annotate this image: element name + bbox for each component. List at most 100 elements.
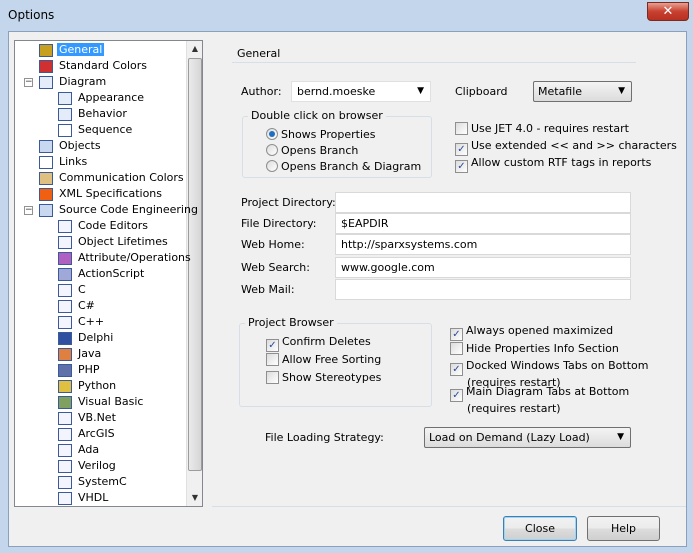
checkbox-option[interactable]: Hide Properties Info Section (450, 342, 619, 356)
text-input[interactable] (335, 192, 631, 213)
tree-scrollbar[interactable]: ▲ ▼ (186, 41, 202, 506)
options-tree[interactable]: ▲ ▼ General Standard Colors − Diagram Appear… (14, 40, 203, 507)
checkbox[interactable]: ✓ (455, 143, 468, 156)
tree-item[interactable]: Code Editors (58, 218, 150, 234)
checkbox-label: Allow Free Sorting (282, 353, 382, 366)
vbnet-icon (58, 411, 72, 425)
radio-option[interactable]: Shows Properties (266, 128, 376, 142)
tree-item[interactable]: C++ (58, 314, 106, 330)
text-input[interactable]: http://sparxsystems.com (335, 234, 631, 255)
checkbox[interactable]: ✓ (450, 328, 463, 341)
tree-item[interactable]: Delphi (58, 330, 115, 346)
tree-item[interactable]: Visual Basic (58, 394, 145, 410)
tree-item[interactable]: XML Specifications (39, 186, 164, 202)
close-button[interactable]: Close (503, 516, 577, 541)
text-input[interactable]: www.google.com (335, 257, 631, 278)
help-button[interactable]: Help (587, 516, 660, 541)
author-combo[interactable]: bernd.moeske ▼ (291, 81, 431, 102)
checkbox-option[interactable]: ✓ Use extended << and >> characters (455, 139, 677, 156)
checkbox-option[interactable]: Show Stereotypes (266, 371, 381, 385)
radio-button[interactable] (266, 160, 278, 172)
source-code-icon (39, 203, 53, 217)
tree-item[interactable]: Links (39, 154, 89, 170)
checkbox-label: Use extended << and >> characters (471, 139, 677, 152)
checkbox[interactable]: ✓ (266, 339, 279, 352)
tree-item[interactable]: Communication Colors (39, 170, 186, 186)
tree-item-label: Standard Colors (59, 59, 147, 72)
heading-divider (232, 62, 636, 63)
clipboard-combo[interactable]: Metafile ▼ (533, 81, 632, 102)
tree-item-label: Code Editors (78, 219, 148, 232)
checkbox[interactable]: ✓ (450, 389, 463, 402)
checkbox-option[interactable]: Use JET 4.0 - requires restart (455, 122, 629, 136)
checkbox-option[interactable]: ✓ Always opened maximized (450, 324, 613, 341)
checkbox[interactable] (266, 371, 279, 384)
checkbox[interactable] (455, 122, 468, 135)
collapse-icon[interactable]: − (24, 78, 33, 87)
file-loading-combo[interactable]: Load on Demand (Lazy Load) ▼ (424, 427, 631, 448)
clipboard-label: Clipboard (455, 85, 508, 98)
tree-item[interactable]: Attribute/Operations (58, 250, 193, 266)
field-label: Web Home: (241, 238, 305, 251)
tree-item[interactable]: VB.Net (58, 410, 118, 426)
tree-item[interactable]: C (58, 282, 88, 298)
tree-item[interactable]: PHP (58, 362, 102, 378)
project-browser-group: Project Browser ✓ Confirm Deletes Allow Fr… (239, 316, 432, 407)
tree-item[interactable]: Source Code Engineering (39, 202, 200, 218)
checkbox[interactable]: ✓ (450, 363, 463, 376)
text-input[interactable] (335, 279, 631, 300)
tree-item[interactable]: ActionScript (58, 266, 146, 282)
field-label: Web Search: (241, 261, 310, 274)
checkbox-option[interactable]: Allow Free Sorting (266, 353, 381, 367)
tree-item[interactable]: C# (58, 298, 97, 314)
checkbox-option[interactable]: ✓ Allow custom RTF tags in reports (455, 156, 651, 173)
checkbox[interactable] (450, 342, 463, 355)
tree-item-label: Visual Basic (78, 395, 144, 408)
tree-item[interactable]: VHDL (58, 490, 110, 506)
code-editor-icon (58, 443, 72, 457)
chevron-down-icon: ▼ (618, 86, 625, 96)
collapse-icon[interactable]: − (24, 206, 33, 215)
palette-icon (39, 171, 53, 185)
tree-item-label: Communication Colors (59, 171, 184, 184)
tree-item[interactable]: Sequence (58, 122, 134, 138)
tree-item-label: General (57, 43, 105, 56)
checkbox[interactable] (266, 353, 279, 366)
tree-item[interactable]: Ada (58, 442, 101, 458)
tree-item[interactable]: Standard Colors (39, 58, 149, 74)
xml-icon (39, 187, 53, 201)
tree-item[interactable]: SystemC (58, 474, 129, 490)
tree-item[interactable]: ArcGIS (58, 426, 117, 442)
tree-item-label: Verilog (78, 459, 116, 472)
tree-item[interactable]: Objects (39, 138, 103, 154)
tree-item-label: Delphi (78, 331, 114, 344)
tree-item[interactable]: General (39, 42, 105, 58)
radio-button[interactable] (266, 128, 278, 140)
tree-item[interactable]: Appearance (58, 90, 146, 106)
scroll-up-icon[interactable]: ▲ (187, 41, 202, 57)
radio-option[interactable]: Opens Branch (266, 144, 358, 158)
field-label: Project Directory: (241, 196, 336, 209)
window-close-button[interactable]: ✕ (647, 2, 689, 21)
radio-button[interactable] (266, 144, 278, 156)
checkbox-option[interactable]: ✓ Main Diagram Tabs at Bottom (requires re… (450, 385, 629, 415)
tree-item[interactable]: Behavior (58, 106, 129, 122)
radio-label: Opens Branch & Diagram (281, 160, 422, 173)
general-settings-icon (39, 43, 53, 57)
file-loading-value: Load on Demand (Lazy Load) (429, 431, 590, 444)
tree-item[interactable]: Object Lifetimes (58, 234, 170, 250)
radio-option[interactable]: Opens Branch & Diagram (266, 160, 421, 174)
tree-item-label: Attribute/Operations (78, 251, 191, 264)
tree-item[interactable]: Python (58, 378, 118, 394)
scroll-down-icon[interactable]: ▼ (187, 490, 202, 506)
file-loading-label: File Loading Strategy: (265, 431, 384, 444)
tree-item-label: SystemC (78, 475, 127, 488)
checkbox-option[interactable]: ✓ Confirm Deletes (266, 335, 371, 352)
checkbox[interactable]: ✓ (455, 160, 468, 173)
tree-item[interactable]: Diagram (39, 74, 108, 90)
checkbox-option[interactable]: ✓ Docked Windows Tabs on Bottom (requires … (450, 359, 648, 389)
tree-item[interactable]: Java (58, 346, 103, 362)
tree-item[interactable]: Verilog (58, 458, 118, 474)
radio-label: Shows Properties (281, 128, 376, 141)
text-input[interactable]: $EAPDIR (335, 213, 631, 234)
